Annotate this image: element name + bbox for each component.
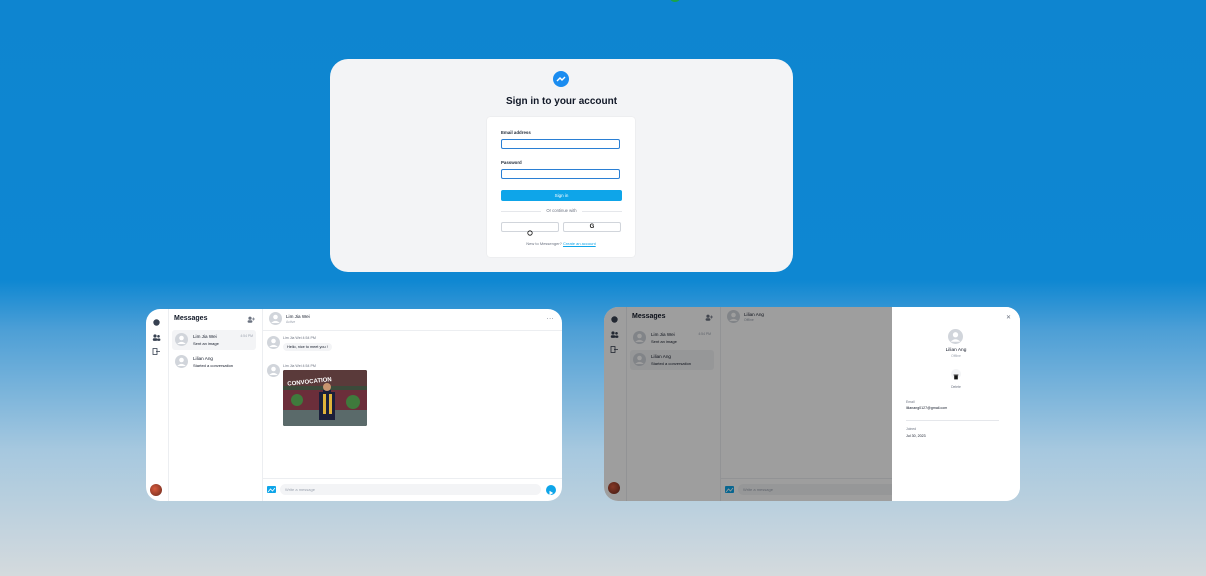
delete-button[interactable] [951, 369, 961, 380]
users-icon[interactable] [152, 333, 161, 342]
chat-bubble-icon[interactable] [152, 318, 161, 327]
login-form: Email address Password Sign in Or contin… [487, 117, 635, 257]
chat-header: Lim Jia Wei Active ... [263, 309, 562, 331]
modal-overlay[interactable] [604, 307, 892, 501]
continue-with-divider: Or continue with [501, 206, 622, 216]
email-input[interactable] [501, 139, 620, 149]
sign-in-button[interactable]: Sign in [501, 190, 622, 201]
divider [906, 420, 999, 421]
email-label: Email [906, 400, 915, 404]
add-user-icon[interactable] [247, 316, 255, 323]
logout-icon[interactable] [152, 347, 161, 356]
default-avatar-icon[interactable] [269, 312, 282, 325]
trash-icon [953, 374, 959, 380]
more-options-icon[interactable]: ... [547, 314, 554, 321]
default-avatar-icon [175, 333, 188, 346]
message-footer: Write a message [263, 478, 562, 501]
message-meta: Lim Jia Wei 4:54 PM [283, 364, 316, 368]
chat-window: Messages Lim Jia Wei Sent an image 4:54 … [146, 309, 562, 501]
default-avatar-icon [267, 364, 280, 377]
joined-value: Jul 30, 2023 [906, 434, 926, 438]
github-login-button[interactable] [501, 222, 559, 236]
signup-prompt: New to Messenger? Create an account [487, 241, 635, 246]
github-icon [527, 230, 533, 236]
signup-text: New to Messenger? [526, 241, 562, 246]
default-avatar-icon [175, 355, 188, 368]
divider-text: Or continue with [546, 208, 577, 213]
send-button[interactable] [546, 485, 556, 496]
chat-header-name: Lim Jia Wei [286, 314, 310, 319]
delete-label: Delete [951, 385, 961, 389]
conversation-item[interactable]: Lim Jia Wei Sent an image 4:54 PM [172, 330, 256, 350]
create-account-link[interactable]: Create an account [563, 241, 596, 246]
conversation-name: Lilian Ang [193, 356, 213, 361]
message-bubble: Hello, nice to meet you ! [283, 343, 332, 351]
messages-title: Messages [174, 315, 208, 322]
conversations-sidebar: Messages Lim Jia Wei Sent an image 4:54 … [168, 309, 263, 501]
nav-rail [146, 309, 169, 501]
message-meta: Lim Jia Wei 4:54 PM [283, 336, 316, 340]
conversation-time: 4:54 PM [240, 334, 253, 338]
messenger-logo-icon [553, 71, 569, 87]
top-indicator-dot [670, 0, 680, 2]
conversation-preview: Started a conversation [193, 363, 234, 368]
email-value: lilianang0127@gmail.com [906, 406, 948, 410]
close-icon[interactable]: ✕ [1006, 314, 1011, 321]
profile-name: Lilian Ang [945, 348, 967, 353]
joined-label: Joined [906, 427, 916, 431]
default-avatar-icon [948, 329, 963, 344]
image-upload-icon[interactable] [267, 486, 276, 493]
conversation-name: Lim Jia Wei [193, 334, 217, 339]
google-login-button[interactable]: G [563, 222, 621, 232]
chat-window-profile: Messages Lim Jia Wei Sent an image 4:54 … [604, 307, 1020, 501]
send-icon [549, 490, 554, 496]
password-label: Password [501, 160, 522, 165]
conversation-item[interactable]: Lilian Ang Started a conversation [172, 352, 256, 372]
message-input[interactable]: Write a message [280, 484, 541, 495]
profile-drawer: ✕ Lilian Ang Offline Delete Email lilian… [892, 307, 1020, 501]
email-label: Email address [501, 130, 531, 135]
login-title: Sign in to your account [505, 96, 618, 107]
login-card: Sign in to your account Email address Pa… [330, 59, 793, 272]
conversation-preview: Sent an image [193, 341, 219, 346]
my-avatar[interactable] [150, 484, 162, 496]
message-image[interactable]: CONVOCATION [283, 370, 367, 426]
chat-main: Lim Jia Wei Active ... Lim Jia Wei 4:54 … [263, 309, 562, 501]
password-input[interactable] [501, 169, 620, 179]
chat-header-status: Active [286, 320, 296, 324]
default-avatar-icon [267, 336, 280, 349]
profile-status: Offline [951, 354, 961, 358]
